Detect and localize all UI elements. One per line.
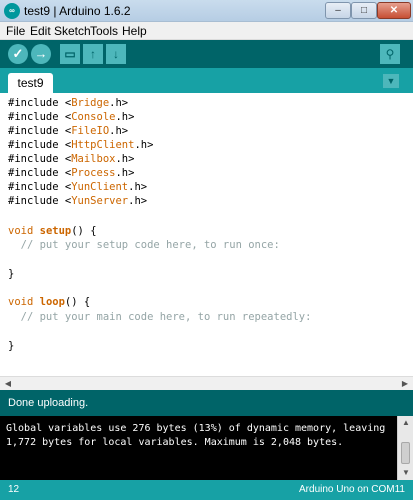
new-icon[interactable]: ▭ — [60, 44, 80, 64]
title-bar: ∞ test9 | Arduino 1.6.2 – □ ✕ — [0, 0, 413, 22]
code-line: #include <Process.h> — [8, 167, 135, 179]
code-line: #include <Mailbox.h> — [8, 153, 135, 165]
menu-edit[interactable]: Edit — [30, 24, 51, 38]
tab-test9[interactable]: test9 — [8, 73, 53, 93]
code-line-loop: void loop() { — [8, 296, 91, 308]
code-line: #include <YunClient.h> — [8, 181, 148, 193]
menu-tools[interactable]: Tools — [90, 24, 118, 38]
serial-monitor-icon[interactable]: ⚲ — [380, 44, 400, 64]
menu-help[interactable]: Help — [122, 24, 147, 38]
close-button[interactable]: ✕ — [377, 2, 411, 19]
scrollbar-thumb[interactable] — [401, 442, 410, 464]
upload-icon[interactable]: → — [31, 44, 51, 64]
code-editor[interactable]: #include <Bridge.h> #include <Console.h>… — [0, 93, 413, 376]
open-icon[interactable]: ↑ — [83, 44, 103, 64]
menu-sketch[interactable]: Sketch — [54, 24, 91, 38]
code-line: #include <Bridge.h> — [8, 97, 129, 109]
menu-file[interactable]: File — [6, 24, 25, 38]
console-line: 1,772 bytes for local variables. Maximum… — [6, 437, 344, 448]
scroll-down-arrow-icon[interactable]: ▼ — [400, 468, 412, 478]
toolbar: ✓ → ▭ ↑ ↓ ⚲ — [0, 40, 413, 68]
code-line: } — [8, 340, 15, 352]
save-icon[interactable]: ↓ — [106, 44, 126, 64]
console-line: Global variables use 276 bytes (13%) of … — [6, 423, 386, 434]
code-line: #include <FileIO.h> — [8, 125, 129, 137]
scroll-right-arrow-icon[interactable]: ▶ — [399, 379, 411, 389]
maximize-button[interactable]: □ — [351, 2, 377, 19]
code-line-setup: void setup() { — [8, 225, 97, 237]
window-title: test9 | Arduino 1.6.2 — [24, 4, 131, 18]
menu-bar: File Edit Sketch Tools Help — [0, 22, 413, 40]
tab-strip: test9 ▼ — [0, 68, 413, 93]
editor-horizontal-scrollbar[interactable]: ◀ ▶ — [0, 376, 413, 390]
code-line: #include <HttpClient.h> — [8, 139, 154, 151]
console-output: Global variables use 276 bytes (13%) of … — [0, 416, 413, 480]
footer-status-bar: 12 Arduino Uno on COM11 — [0, 480, 413, 500]
console-vertical-scrollbar[interactable]: ▲ ▼ — [397, 416, 413, 480]
minimize-button[interactable]: – — [325, 2, 351, 19]
tab-menu-chevron-down-icon[interactable]: ▼ — [383, 74, 399, 88]
code-line: #include <Console.h> — [8, 111, 135, 123]
verify-icon[interactable]: ✓ — [8, 44, 28, 64]
board-port-label: Arduino Uno on COM11 — [299, 484, 405, 495]
scroll-up-arrow-icon[interactable]: ▲ — [400, 418, 412, 428]
status-message: Done uploading. — [0, 390, 413, 416]
line-number: 12 — [8, 484, 20, 495]
arduino-logo-icon: ∞ — [4, 3, 20, 19]
scroll-left-arrow-icon[interactable]: ◀ — [2, 379, 14, 389]
code-line: } — [8, 268, 15, 280]
code-comment: // put your setup code here, to run once… — [8, 239, 280, 251]
code-line: #include <YunServer.h> — [8, 195, 148, 207]
code-comment: // put your main code here, to run repea… — [8, 311, 312, 323]
